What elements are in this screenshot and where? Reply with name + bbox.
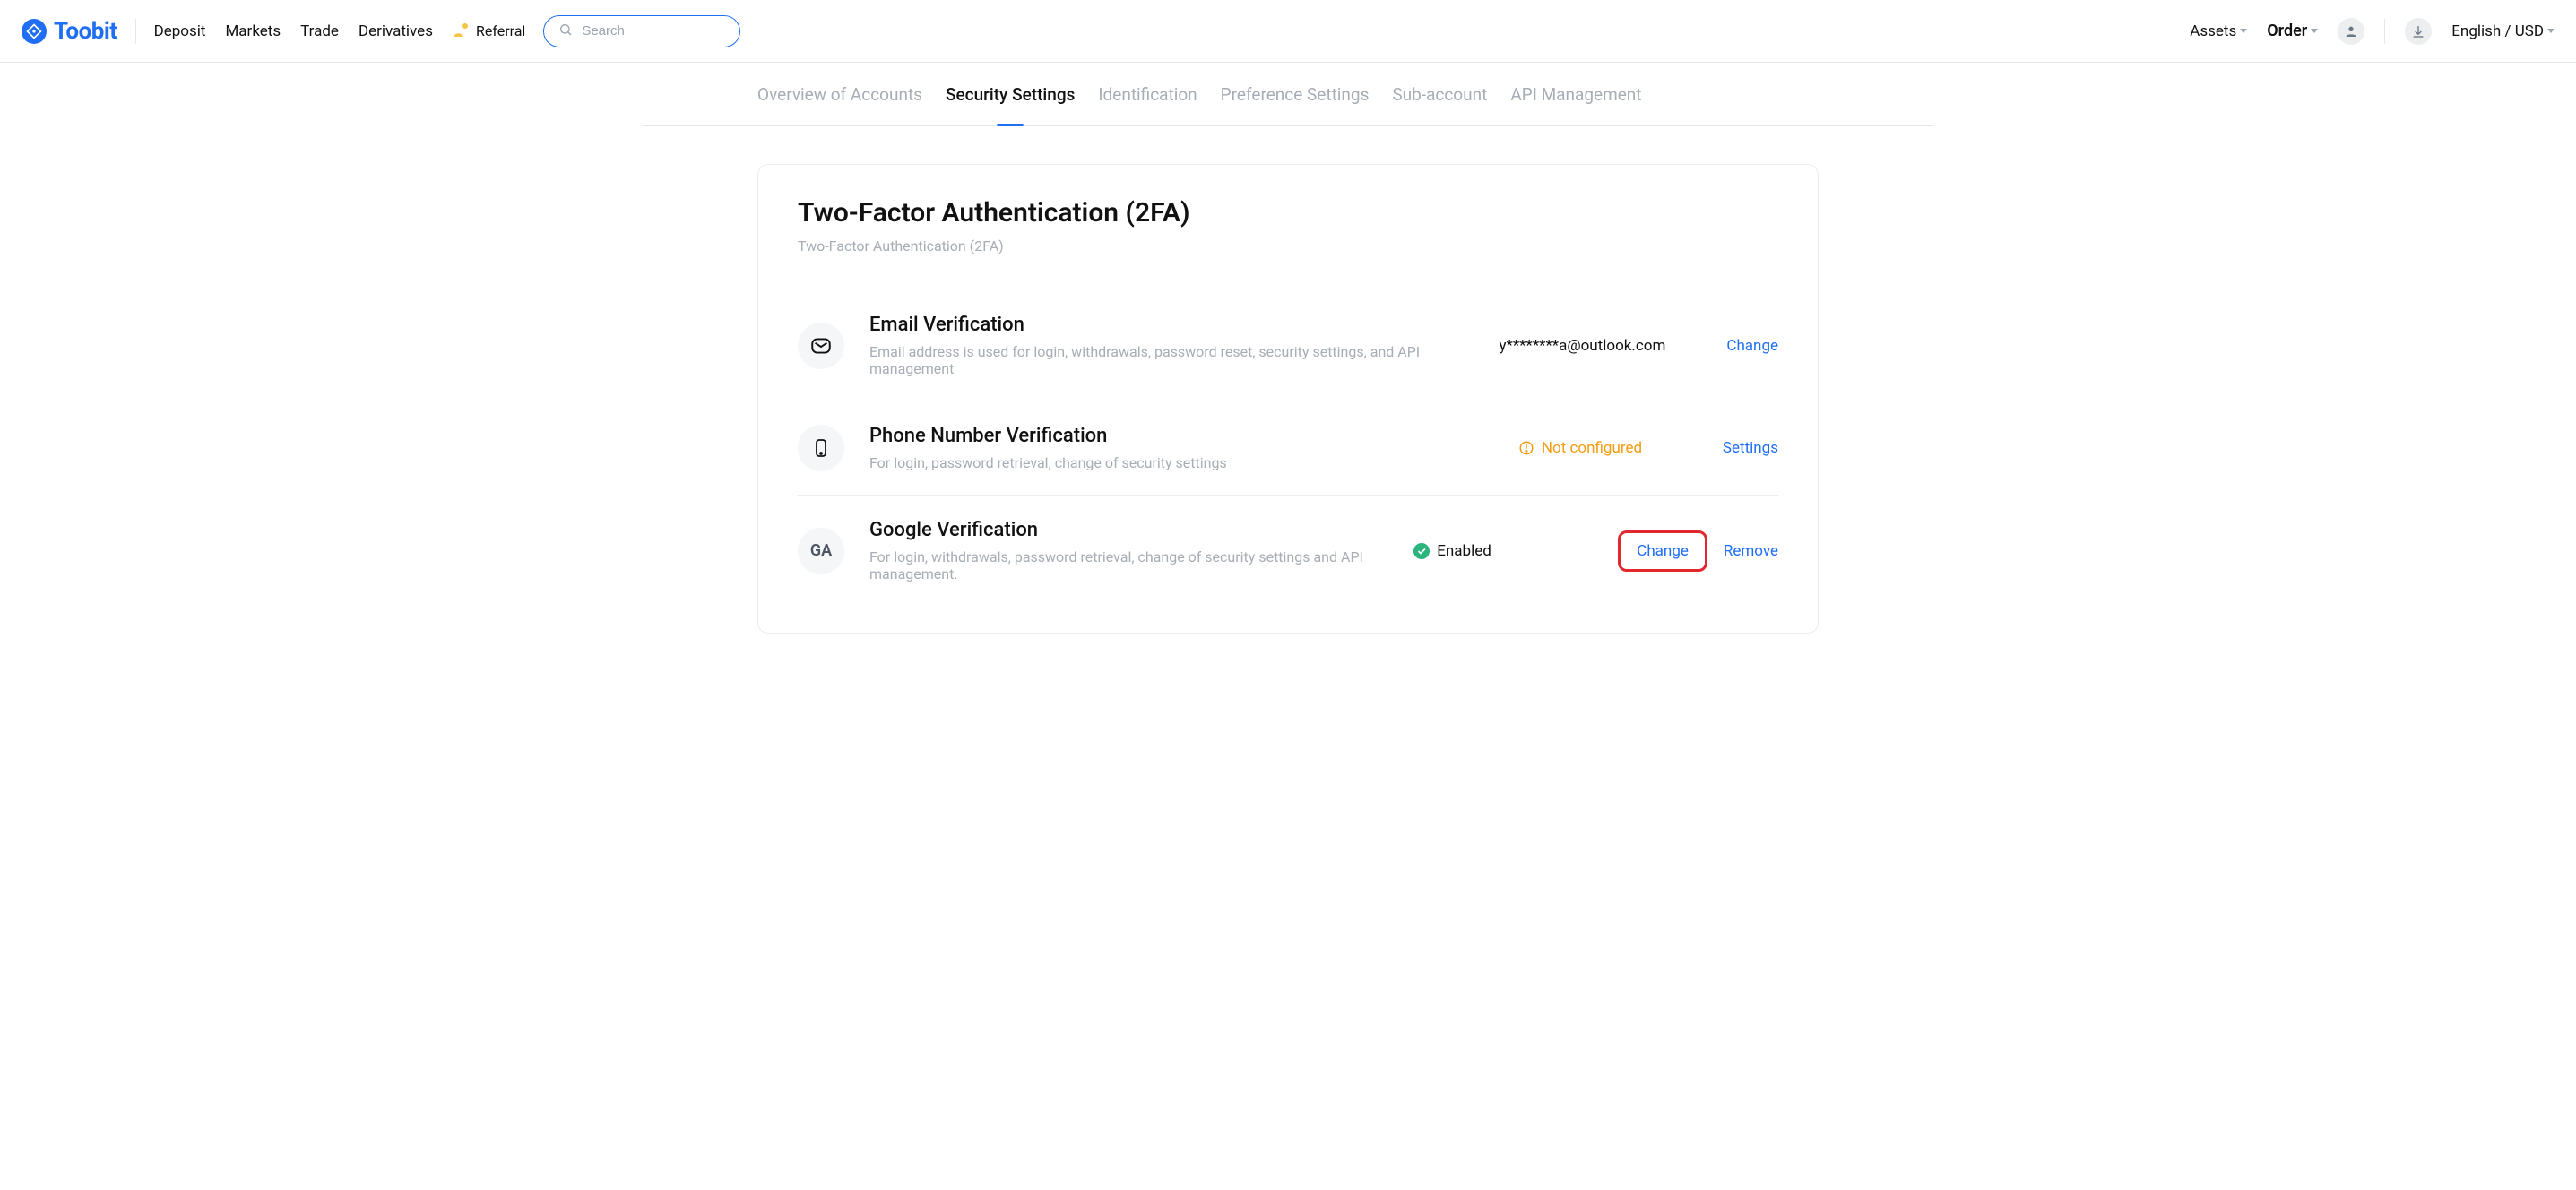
search-box[interactable] [543, 15, 740, 47]
google-desc: For login, withdrawals, password retriev… [869, 548, 1388, 582]
chevron-down-icon [2547, 29, 2554, 33]
phone-status-text: Not configured [1542, 439, 1642, 457]
google-remove-link[interactable]: Remove [1724, 542, 1778, 560]
search-icon [558, 22, 573, 40]
tab-security[interactable]: Security Settings [946, 63, 1075, 125]
twofa-card: Two-Factor Authentication (2FA) Two-Fact… [757, 164, 1819, 634]
tab-preference[interactable]: Preference Settings [1221, 63, 1370, 125]
referral-icon [453, 23, 471, 39]
nav-referral[interactable]: Referral [453, 22, 525, 39]
chevron-down-icon [2240, 29, 2247, 33]
email-title: Email Verification [869, 314, 1474, 336]
email-value: y********a@outlook.com [1499, 337, 1665, 355]
google-status: Enabled [1413, 542, 1557, 560]
divider [2384, 19, 2385, 44]
nav-referral-label: Referral [476, 22, 525, 39]
order-label: Order [2267, 22, 2307, 40]
card-title: Two-Factor Authentication (2FA) [798, 197, 1778, 229]
google-change-link[interactable]: Change [1637, 542, 1689, 560]
user-avatar[interactable] [2338, 18, 2364, 45]
brand-name: Toobit [54, 18, 117, 45]
phone-icon [798, 425, 844, 471]
search-input[interactable] [582, 23, 760, 39]
google-auth-icon: GA [798, 528, 844, 574]
top-header: Toobit Deposit Markets Trade Derivatives… [0, 0, 2576, 63]
warning-icon [1518, 440, 1534, 456]
order-dropdown[interactable]: Order [2267, 22, 2318, 40]
check-icon [1413, 543, 1430, 559]
email-change-link[interactable]: Change [1726, 337, 1778, 355]
nav-trade[interactable]: Trade [300, 22, 339, 40]
assets-label: Assets [2190, 22, 2236, 40]
brand-logo[interactable]: Toobit [22, 18, 117, 45]
divider [135, 19, 136, 44]
brand-logo-icon [22, 19, 47, 44]
nav-deposit[interactable]: Deposit [154, 22, 206, 40]
header-right: Assets Order English / USD [2190, 18, 2554, 45]
settings-tabs: Overview of Accounts Security Settings I… [643, 63, 1933, 126]
nav-markets[interactable]: Markets [225, 22, 281, 40]
phone-desc: For login, password retrieval, change of… [869, 454, 1493, 471]
phone-status: Not configured [1518, 439, 1662, 457]
tab-api[interactable]: API Management [1510, 63, 1641, 125]
google-status-text: Enabled [1437, 542, 1491, 560]
page-container: Two-Factor Authentication (2FA) Two-Fact… [643, 126, 1933, 669]
google-title: Google Verification [869, 519, 1388, 541]
card-subtitle: Two-Factor Authentication (2FA) [798, 237, 1778, 254]
chevron-down-icon [2311, 29, 2318, 33]
ga-label: GA [810, 541, 832, 560]
highlighted-change: Change [1618, 530, 1707, 572]
assets-dropdown[interactable]: Assets [2190, 22, 2247, 40]
main-nav: Deposit Markets Trade Derivatives Referr… [154, 22, 526, 40]
row-google: GA Google Verification For login, withdr… [798, 496, 1778, 606]
tab-identification[interactable]: Identification [1098, 63, 1197, 125]
locale-dropdown[interactable]: English / USD [2451, 22, 2554, 40]
tab-overview[interactable]: Overview of Accounts [757, 63, 922, 125]
phone-title: Phone Number Verification [869, 425, 1493, 447]
row-phone: Phone Number Verification For login, pas… [798, 401, 1778, 496]
download-button[interactable] [2405, 18, 2432, 45]
phone-settings-link[interactable]: Settings [1723, 439, 1778, 457]
mail-icon [798, 323, 844, 369]
tab-sub-account[interactable]: Sub-account [1392, 63, 1487, 125]
locale-label: English / USD [2451, 22, 2544, 40]
row-email: Email Verification Email address is used… [798, 290, 1778, 401]
email-desc: Email address is used for login, withdra… [869, 343, 1474, 377]
nav-derivatives[interactable]: Derivatives [359, 22, 433, 40]
